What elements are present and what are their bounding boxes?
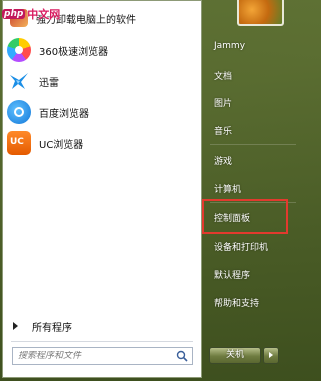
search-icon[interactable] — [176, 350, 188, 362]
control-panel-highlight — [202, 199, 288, 234]
user-avatar[interactable] — [237, 0, 284, 26]
menu-item-computer[interactable]: 计算机 — [214, 182, 241, 195]
search-input[interactable] — [18, 351, 168, 361]
shutdown-button[interactable]: 关机 — [209, 347, 261, 364]
pinned-item-label: 360极速浏览器 — [39, 46, 109, 58]
all-programs-button[interactable]: 所有程序 — [3, 315, 201, 337]
triangle-right-icon — [13, 322, 18, 330]
pinned-item-label: 百度浏览器 — [39, 108, 89, 120]
search-box[interactable] — [12, 347, 193, 365]
divider — [210, 144, 296, 145]
pinned-item-baidu-browser[interactable]: 百度浏览器 — [7, 97, 197, 127]
watermark-logo: php 中文网 — [2, 6, 60, 22]
baidu-browser-icon — [7, 100, 31, 124]
menu-item-default-programs[interactable]: 默认程序 — [214, 268, 250, 281]
divider — [11, 341, 193, 342]
menu-item-user-jammy[interactable]: Jammy — [214, 41, 245, 51]
uc-browser-icon — [7, 131, 31, 155]
pinned-item-360-browser[interactable]: 360极速浏览器 — [7, 35, 197, 65]
pinned-item-label: 迅雷 — [39, 77, 59, 89]
shutdown-options-button[interactable] — [263, 347, 279, 364]
pinned-item-xunlei[interactable]: 迅雷 — [7, 66, 197, 96]
start-menu: 强力卸载电脑上的软件 360极速浏览器 迅雷 百度浏览器 UC浏览器 — [0, 0, 321, 381]
xunlei-icon — [7, 69, 31, 93]
pinned-item-uc-browser[interactable]: UC浏览器 — [7, 128, 197, 158]
watermark-site: 中文网 — [27, 8, 61, 21]
menu-item-documents[interactable]: 文档 — [214, 69, 232, 82]
menu-item-devices-printers[interactable]: 设备和打印机 — [214, 240, 268, 253]
start-menu-left-pane: 强力卸载电脑上的软件 360极速浏览器 迅雷 百度浏览器 UC浏览器 — [2, 0, 202, 378]
360-browser-icon — [7, 38, 31, 62]
pinned-item-label: UC浏览器 — [39, 139, 84, 151]
menu-item-pictures[interactable]: 图片 — [214, 96, 232, 109]
all-programs-label: 所有程序 — [32, 322, 72, 334]
watermark-brand: php — [2, 9, 26, 19]
menu-item-help-support[interactable]: 帮助和支持 — [214, 296, 259, 309]
menu-item-music[interactable]: 音乐 — [214, 124, 232, 137]
menu-item-games[interactable]: 游戏 — [214, 154, 232, 167]
